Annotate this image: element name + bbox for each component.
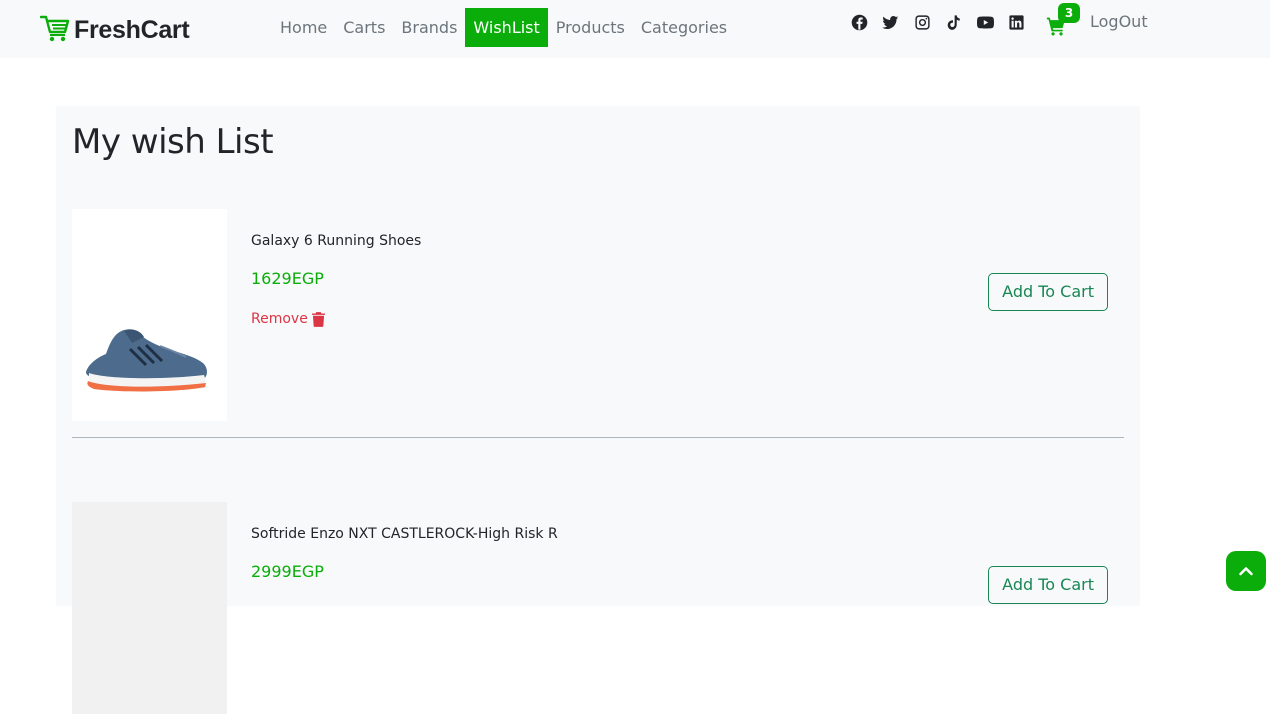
- cart-count-badge: 3: [1058, 3, 1080, 23]
- nav-link-home[interactable]: Home: [272, 8, 335, 47]
- trash-icon: [311, 311, 325, 327]
- product-name: Galaxy 6 Running Shoes: [251, 233, 422, 249]
- add-to-cart-button[interactable]: Add To Cart: [988, 273, 1108, 311]
- add-to-cart-button[interactable]: Add To Cart: [988, 566, 1108, 604]
- product-price: 1629EGP: [251, 269, 324, 288]
- wishlist-container: My wish List Galaxy 6 Running Shoes 1629…: [56, 106, 1140, 714]
- instagram-icon[interactable]: [913, 13, 931, 31]
- product-image[interactable]: [72, 502, 227, 714]
- product-price: 2999EGP: [251, 562, 324, 581]
- main-nav: Home Carts Brands WishList Products Cate…: [272, 8, 735, 47]
- nav-link-products[interactable]: Products: [548, 8, 633, 47]
- remove-button[interactable]: Remove: [251, 311, 325, 327]
- scroll-to-top-button[interactable]: [1226, 551, 1266, 591]
- wishlist-item: Galaxy 6 Running Shoes 1629EGP Remove Ad…: [72, 209, 1124, 424]
- remove-label: Remove: [251, 311, 308, 327]
- linkedin-icon[interactable]: [1008, 13, 1026, 31]
- cart-logo-icon: [39, 14, 70, 46]
- tiktok-icon[interactable]: [945, 13, 963, 31]
- product-image[interactable]: [72, 209, 227, 421]
- twitter-icon[interactable]: [882, 13, 900, 31]
- wishlist-item: Softride Enzo NXT CASTLEROCK-High Risk R…: [72, 502, 1124, 714]
- shoe-image: [86, 329, 207, 392]
- youtube-icon[interactable]: [976, 13, 994, 31]
- nav-link-wishlist[interactable]: WishList: [465, 8, 548, 47]
- brand-name: FreshCart: [74, 15, 190, 44]
- brand[interactable]: FreshCart: [39, 14, 190, 46]
- nav-link-carts[interactable]: Carts: [335, 8, 393, 47]
- chevron-up-icon: [1239, 567, 1253, 576]
- nav-link-categories[interactable]: Categories: [633, 8, 735, 47]
- social-links: [850, 13, 1039, 31]
- item-divider: [72, 437, 1124, 438]
- logout-link[interactable]: LogOut: [1090, 12, 1148, 31]
- page-title: My wish List: [72, 122, 274, 162]
- nav-link-brands[interactable]: Brands: [393, 8, 465, 47]
- product-name: Softride Enzo NXT CASTLEROCK-High Risk R: [251, 526, 558, 542]
- navbar: FreshCart Home Carts Brands WishList Pro…: [0, 0, 1270, 58]
- facebook-icon[interactable]: [850, 13, 868, 31]
